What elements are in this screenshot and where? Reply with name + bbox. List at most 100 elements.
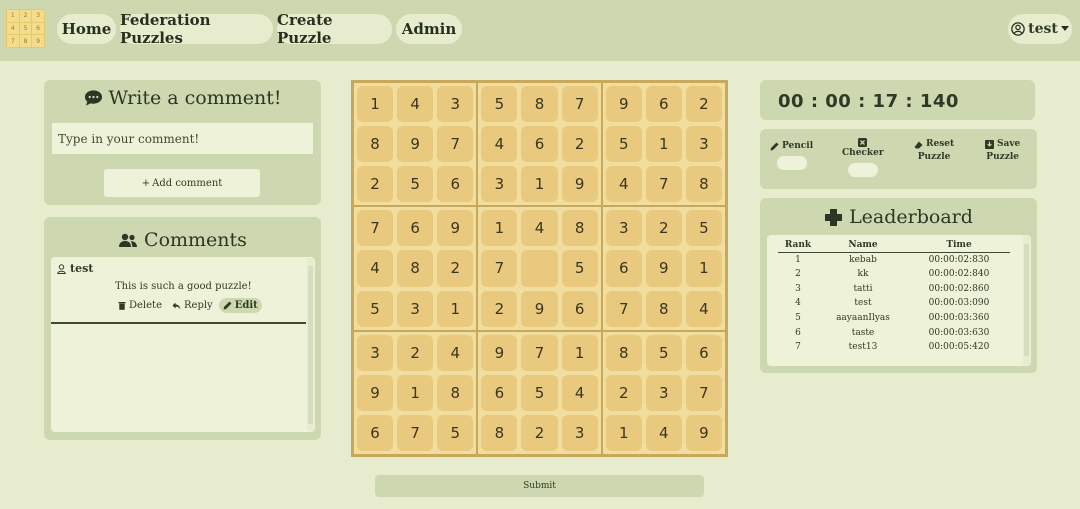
reset-puzzle-button[interactable]: Reset Puzzle: [914, 138, 954, 164]
sudoku-cell[interactable]: 3: [357, 334, 394, 371]
sudoku-cell[interactable]: 1: [397, 374, 434, 411]
sudoku-cell[interactable]: 1: [561, 334, 598, 371]
sudoku-cell[interactable]: 2: [357, 166, 394, 203]
sudoku-cell[interactable]: 3: [605, 210, 642, 247]
sudoku-cell[interactable]: 6: [645, 86, 682, 123]
sudoku-logo[interactable]: 1 2 3 4 5 6 7 8 9: [6, 9, 45, 48]
sudoku-cell[interactable]: 2: [645, 210, 682, 247]
sudoku-cell[interactable]: 3: [561, 414, 598, 451]
sudoku-cell[interactable]: 6: [521, 126, 558, 163]
pencil-toggle[interactable]: [776, 156, 807, 170]
sudoku-cell[interactable]: 5: [685, 210, 722, 247]
sudoku-cell[interactable]: [521, 250, 558, 287]
sudoku-cell[interactable]: 8: [357, 126, 394, 163]
sudoku-cell[interactable]: 9: [397, 126, 434, 163]
edit-comment-button[interactable]: Edit: [218, 298, 262, 313]
sudoku-cell[interactable]: 2: [437, 250, 474, 287]
delete-comment-button[interactable]: Delete: [114, 298, 166, 313]
nav-federation-puzzles[interactable]: Federation Puzzles: [120, 11, 273, 47]
sudoku-cell[interactable]: 3: [645, 374, 682, 411]
nav-home[interactable]: Home: [57, 14, 116, 44]
nav-admin[interactable]: Admin: [396, 14, 462, 44]
sudoku-cell[interactable]: 1: [685, 250, 722, 287]
sudoku-cell[interactable]: 2: [481, 290, 518, 327]
sudoku-cell[interactable]: 6: [481, 374, 518, 411]
sudoku-cell[interactable]: 7: [605, 290, 642, 327]
add-comment-button[interactable]: + Add comment: [104, 169, 260, 197]
sudoku-cell[interactable]: 7: [481, 250, 518, 287]
sudoku-cell[interactable]: 9: [437, 210, 474, 247]
sudoku-cell[interactable]: 8: [561, 210, 598, 247]
sudoku-cell[interactable]: 7: [561, 86, 598, 123]
sudoku-cell[interactable]: 8: [437, 374, 474, 411]
sudoku-cell[interactable]: 5: [481, 86, 518, 123]
sudoku-cell[interactable]: 9: [605, 86, 642, 123]
sudoku-cell[interactable]: 6: [561, 290, 598, 327]
sudoku-cell[interactable]: 7: [685, 374, 722, 411]
sudoku-cell[interactable]: 1: [645, 126, 682, 163]
sudoku-cell[interactable]: 6: [357, 414, 394, 451]
sudoku-cell[interactable]: 8: [605, 334, 642, 371]
sudoku-cell[interactable]: 4: [357, 250, 394, 287]
leaderboard-scrollbar[interactable]: [1023, 236, 1030, 365]
reply-comment-button[interactable]: Reply: [168, 298, 217, 313]
sudoku-cell[interactable]: 8: [685, 166, 722, 203]
comment-list[interactable]: test This is such a good puzzle! Delete …: [51, 257, 315, 432]
sudoku-cell[interactable]: 1: [357, 86, 394, 123]
sudoku-cell[interactable]: 4: [437, 334, 474, 371]
submit-button[interactable]: Submit: [375, 475, 704, 497]
sudoku-cell[interactable]: 9: [521, 290, 558, 327]
sudoku-cell[interactable]: 2: [685, 86, 722, 123]
sudoku-cell[interactable]: 1: [605, 414, 642, 451]
sudoku-cell[interactable]: 4: [397, 86, 434, 123]
sudoku-cell[interactable]: 5: [605, 126, 642, 163]
sudoku-cell[interactable]: 4: [685, 290, 722, 327]
sudoku-cell[interactable]: 8: [481, 414, 518, 451]
sudoku-cell[interactable]: 6: [605, 250, 642, 287]
sudoku-cell[interactable]: 2: [605, 374, 642, 411]
sudoku-cell[interactable]: 4: [605, 166, 642, 203]
sudoku-cell[interactable]: 4: [521, 210, 558, 247]
sudoku-cell[interactable]: 7: [437, 126, 474, 163]
sudoku-cell[interactable]: 3: [685, 126, 722, 163]
sudoku-cell[interactable]: 9: [685, 414, 722, 451]
sudoku-cell[interactable]: 5: [397, 166, 434, 203]
comment-input[interactable]: [52, 123, 313, 154]
sudoku-cell[interactable]: 4: [561, 374, 598, 411]
nav-create-puzzle[interactable]: Create Puzzle: [277, 11, 392, 47]
sudoku-cell[interactable]: 1: [437, 290, 474, 327]
sudoku-cell[interactable]: 5: [357, 290, 394, 327]
sudoku-cell[interactable]: 7: [397, 414, 434, 451]
sudoku-cell[interactable]: 7: [357, 210, 394, 247]
sudoku-cell[interactable]: 2: [561, 126, 598, 163]
sudoku-cell[interactable]: 6: [437, 166, 474, 203]
sudoku-cell[interactable]: 2: [397, 334, 434, 371]
sudoku-cell[interactable]: 5: [521, 374, 558, 411]
sudoku-cell[interactable]: 5: [645, 334, 682, 371]
checker-toggle[interactable]: [847, 163, 878, 177]
sudoku-cell[interactable]: 6: [397, 210, 434, 247]
sudoku-cell[interactable]: 8: [397, 250, 434, 287]
comment-scrollbar[interactable]: [307, 258, 314, 431]
sudoku-cell[interactable]: 4: [645, 414, 682, 451]
sudoku-cell[interactable]: 8: [521, 86, 558, 123]
sudoku-cell[interactable]: 1: [521, 166, 558, 203]
sudoku-cell[interactable]: 3: [397, 290, 434, 327]
sudoku-cell[interactable]: 7: [645, 166, 682, 203]
sudoku-cell[interactable]: 5: [561, 250, 598, 287]
sudoku-cell[interactable]: 8: [645, 290, 682, 327]
sudoku-cell[interactable]: 3: [437, 86, 474, 123]
sudoku-cell[interactable]: 5: [437, 414, 474, 451]
user-menu[interactable]: test: [1008, 14, 1072, 44]
sudoku-cell[interactable]: 1: [481, 210, 518, 247]
sudoku-cell[interactable]: 9: [645, 250, 682, 287]
sudoku-cell[interactable]: 9: [481, 334, 518, 371]
sudoku-cell[interactable]: 2: [521, 414, 558, 451]
sudoku-cell[interactable]: 9: [357, 374, 394, 411]
leaderboard-table-container[interactable]: Rank Name Time 1 kebab 00:00:02:830 2 kk 00:0…: [767, 235, 1031, 366]
sudoku-cell[interactable]: 7: [521, 334, 558, 371]
sudoku-cell[interactable]: 4: [481, 126, 518, 163]
save-puzzle-button[interactable]: Save Puzzle: [985, 138, 1020, 164]
sudoku-cell[interactable]: 3: [481, 166, 518, 203]
sudoku-cell[interactable]: 6: [685, 334, 722, 371]
